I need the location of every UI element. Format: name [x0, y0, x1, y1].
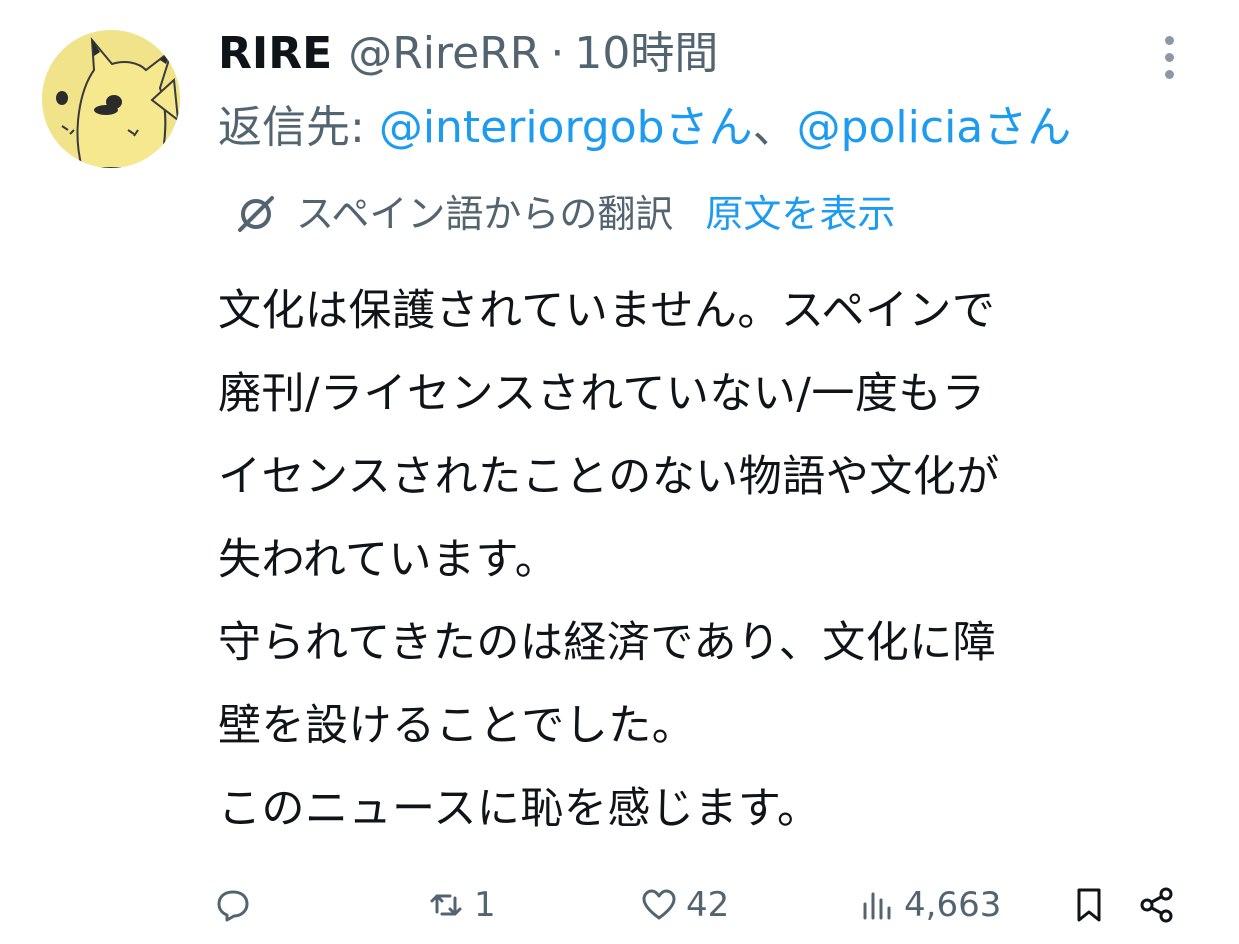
replying-to: 返信先: @interiorgobさん、@policiaさん — [218, 98, 1071, 158]
user-handle[interactable]: @RireRR — [348, 24, 540, 84]
share-icon — [1140, 887, 1173, 923]
reply-icon — [217, 890, 249, 922]
tweet[interactable]: RIRE @RireRR · 10時間 返信先: @interiorgobさん、… — [0, 0, 1239, 944]
avatar[interactable] — [42, 30, 180, 168]
reply-button[interactable] — [214, 872, 260, 938]
tweet-text-line: 壁を設けることでした。 — [218, 701, 696, 751]
tweet-text-line: 文化は保護されていません。スペインで — [218, 286, 996, 336]
tweet-text-line: イセンスされたことのない物語や文化が — [218, 452, 1000, 502]
translation-notice: スペイン語からの翻訳 原文を表示 — [232, 186, 895, 242]
mention-link[interactable]: @interiorgobさん — [379, 102, 753, 153]
more-vertical-icon[interactable] — [1152, 30, 1186, 84]
more-dot — [1164, 69, 1174, 79]
translation-label: スペイン語からの翻訳 — [296, 192, 674, 236]
retweet-icon — [430, 894, 462, 916]
mention-handle: @interiorgob — [378, 102, 665, 153]
display-name[interactable]: RIRE — [218, 24, 332, 84]
mention-suffix: さん — [983, 102, 1072, 153]
tweet-text: 文化は保護されていません。スペインで 廃刊/ライセンスされていない/一度もラ イ… — [218, 270, 1198, 851]
tweet-text-line: このニュースに恥を感じます。 — [218, 784, 821, 834]
like-count: 42 — [686, 885, 730, 925]
views-button[interactable]: 4,663 — [858, 872, 1001, 938]
tweet-text-line: 守られてきたのは経済であり、文化に障 — [218, 618, 997, 668]
show-original-link[interactable]: 原文を表示 — [705, 186, 895, 242]
mention-link[interactable]: @policiaさん — [797, 102, 1072, 153]
retweet-button[interactable]: 1 — [428, 872, 496, 938]
mention-suffix: さん — [664, 102, 753, 153]
mention-handle: @policia — [796, 102, 984, 153]
tweet-text-line: 失われています。 — [218, 535, 559, 585]
share-button[interactable] — [1138, 872, 1176, 938]
action-bar: 1 42 4,663 — [0, 872, 1239, 938]
translate-icon — [238, 196, 274, 232]
more-dot — [1164, 52, 1174, 62]
view-count: 4,663 — [904, 885, 1002, 925]
like-button[interactable]: 42 — [640, 872, 729, 938]
mention-joiner: 、 — [752, 102, 797, 153]
views-icon — [863, 892, 891, 920]
tweet-text-line: 廃刊/ライセンスされていない/一度もラ — [218, 369, 986, 419]
retweet-count: 1 — [474, 885, 496, 925]
heart-icon — [642, 889, 676, 920]
header-separator: · — [550, 28, 565, 79]
reply-prefix: 返信先: — [218, 102, 379, 153]
timestamp[interactable]: 10時間 — [574, 24, 718, 84]
bookmark-button[interactable] — [1070, 872, 1108, 938]
pikachu-avatar-image — [42, 30, 180, 168]
tweet-header: RIRE @RireRR · 10時間 — [218, 24, 718, 84]
more-dot — [1164, 35, 1174, 45]
bookmark-icon — [1077, 888, 1101, 922]
